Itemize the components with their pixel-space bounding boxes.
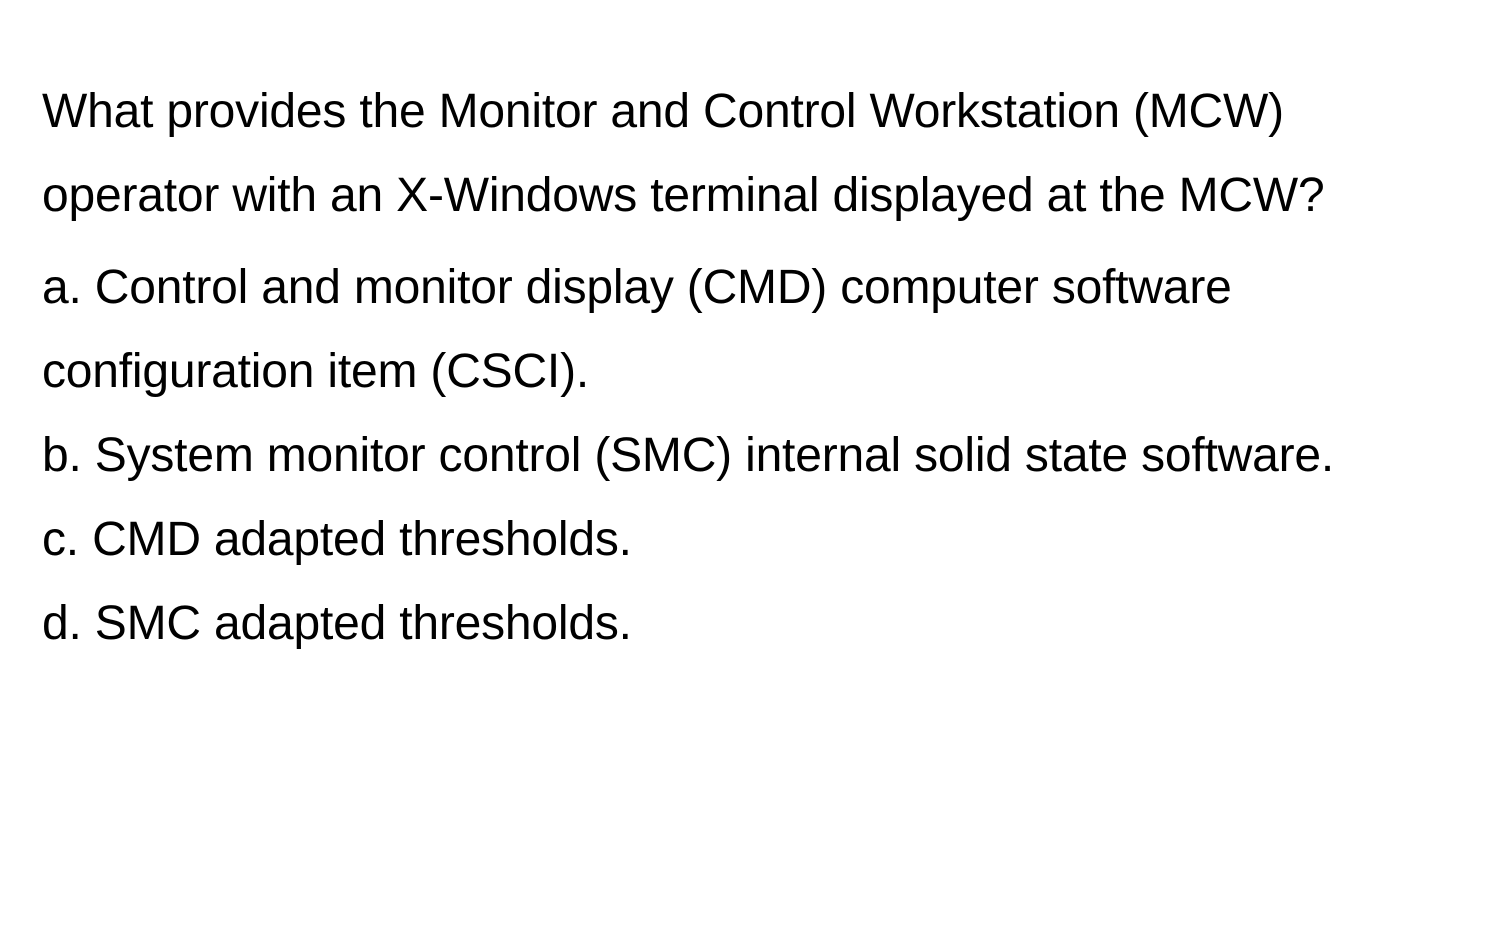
option-a: a. Control and monitor display (CMD) com… (42, 246, 1458, 414)
question-text: What provides the Monitor and Control Wo… (42, 70, 1458, 238)
option-c: c. CMD adapted thresholds. (42, 498, 1458, 582)
option-b: b. System monitor control (SMC) internal… (42, 414, 1458, 498)
option-d: d. SMC adapted thresholds. (42, 582, 1458, 666)
question-container: What provides the Monitor and Control Wo… (0, 0, 1500, 708)
